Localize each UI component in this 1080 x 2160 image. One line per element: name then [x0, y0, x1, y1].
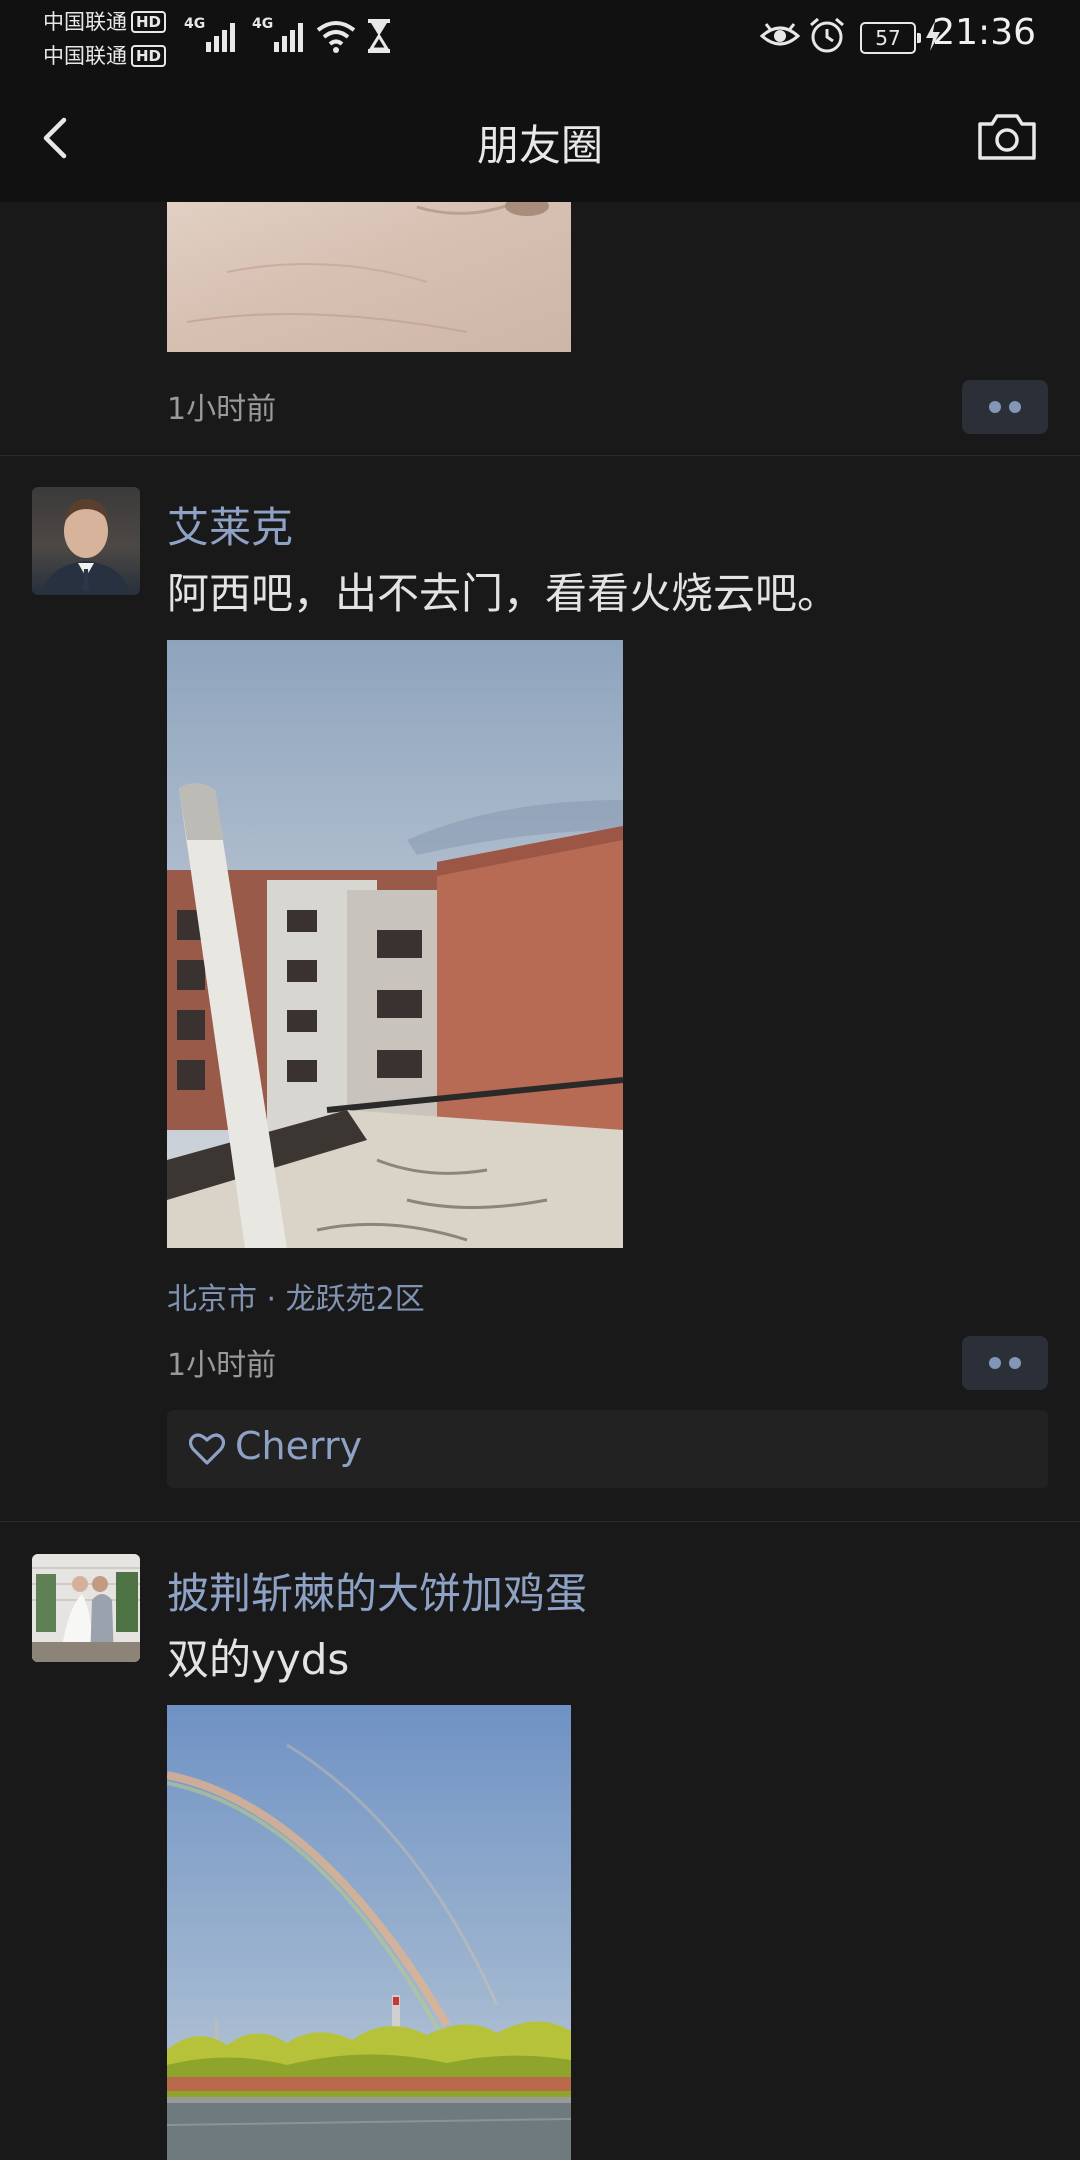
post-2-image[interactable]: [167, 1705, 571, 2160]
avatar[interactable]: [32, 1554, 140, 1662]
post-1-likes: Cherry: [167, 1410, 1048, 1488]
post-0-more-button[interactable]: [962, 380, 1048, 434]
post-1-author[interactable]: 艾莱克: [167, 494, 293, 555]
nav-bar: 朋友圈: [0, 72, 1080, 202]
divider: [0, 1521, 1080, 1522]
status-bar: 中国联通 HD 中国联通 HD 4G 4G 57 21:36: [0, 0, 1080, 72]
alarm-icon: [810, 17, 844, 53]
like-user[interactable]: Cherry: [235, 1424, 362, 1468]
clock: 21:36: [932, 12, 1036, 53]
carrier-2-label: 中国联通: [43, 44, 127, 68]
post-0-image[interactable]: [167, 202, 571, 352]
wifi-icon: [316, 21, 356, 53]
post-2-text: 双的yyds: [167, 1635, 350, 1684]
hd-badge-1: HD: [131, 11, 167, 33]
hd-badge-2: HD: [131, 45, 167, 67]
avatar[interactable]: [32, 487, 140, 595]
camera-icon[interactable]: [974, 108, 1040, 166]
post-1-location[interactable]: 北京市 · 龙跃苑2区: [167, 1274, 425, 1318]
post-1-text: 阿西吧，出不去门，看看火烧云吧。: [167, 569, 840, 618]
battery-indicator: 57: [860, 22, 921, 54]
divider: [0, 455, 1080, 456]
network-1-label: 4G: [184, 16, 206, 32]
post-0-time: 1小时前: [167, 392, 277, 427]
page-title: 朋友圈: [476, 121, 603, 170]
post-2-author[interactable]: 披荆斩棘的大饼加鸡蛋: [167, 1560, 587, 1621]
post-1-time: 1小时前: [167, 1348, 277, 1383]
post-1-image[interactable]: [167, 640, 623, 1248]
moments-feed[interactable]: 1小时前 艾莱克 阿西吧，出不去门，看看火烧云吧。 北京市 · 龙跃苑2区 1小…: [0, 202, 1080, 2160]
network-2-label: 4G: [252, 16, 274, 32]
post-1-more-button[interactable]: [962, 1336, 1048, 1390]
hourglass-icon: [368, 19, 390, 53]
heart-icon: [189, 1433, 225, 1465]
carrier-1-label: 中国联通: [43, 10, 127, 34]
carrier-1: 中国联通 HD: [43, 6, 167, 36]
eye-icon: [760, 23, 800, 46]
carrier-2: 中国联通 HD: [43, 40, 167, 70]
